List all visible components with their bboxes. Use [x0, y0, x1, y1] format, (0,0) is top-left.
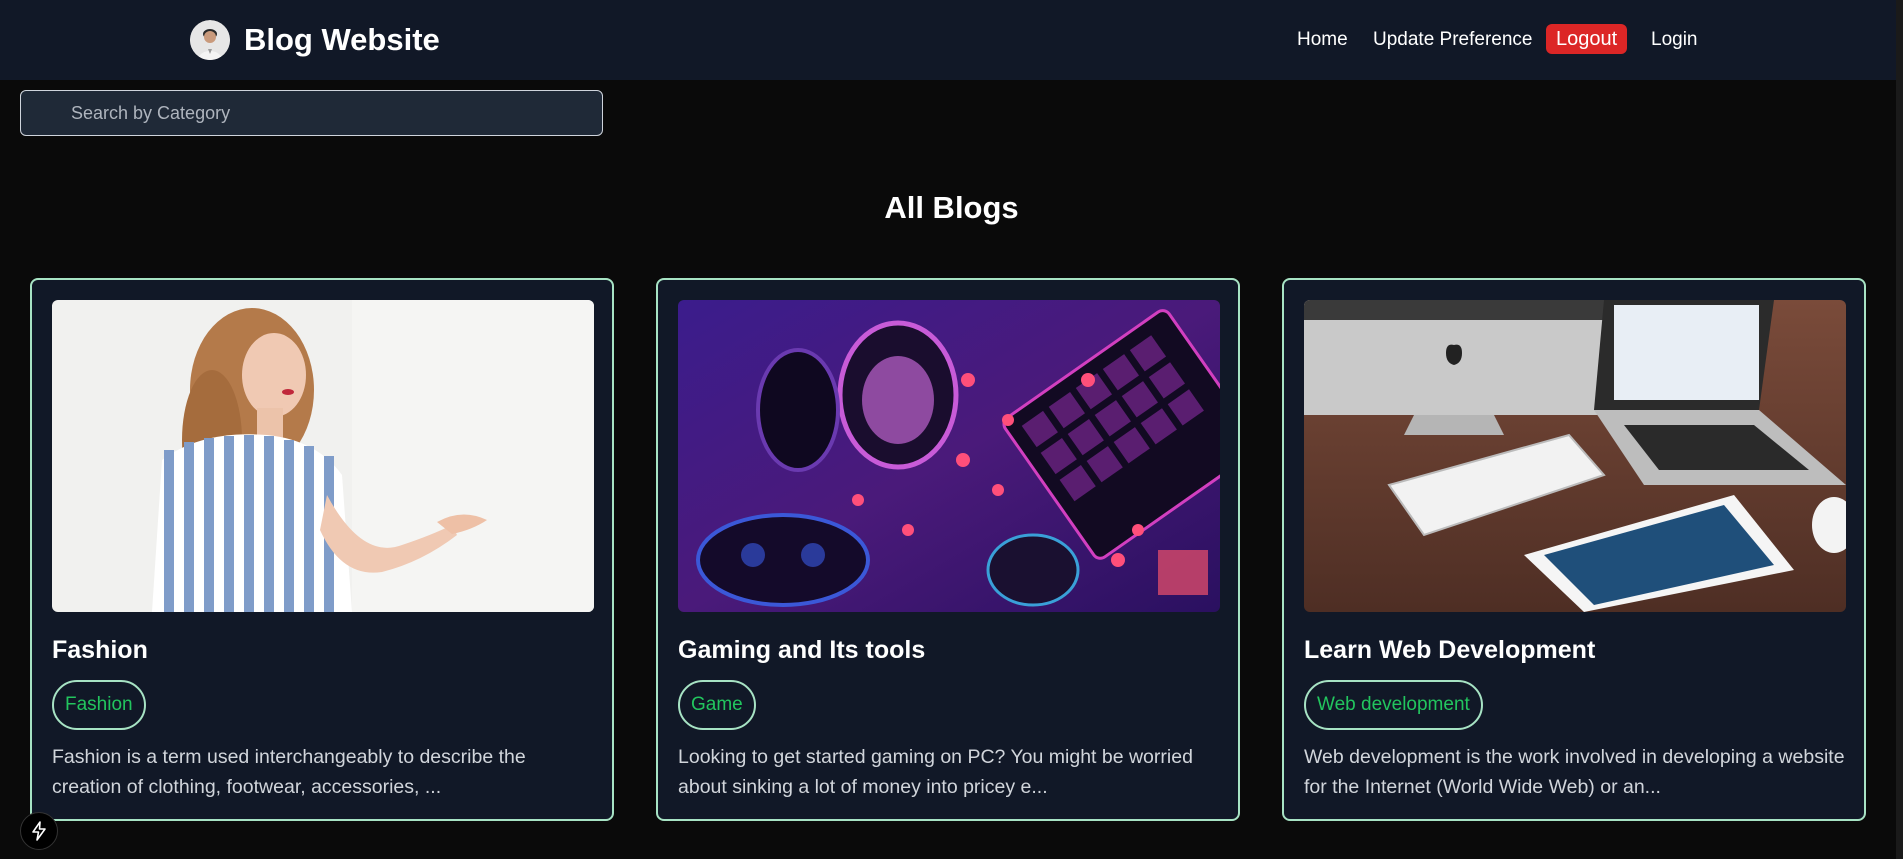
blog-card[interactable]: Learn Web Development Web development We…	[1282, 278, 1866, 821]
search-input[interactable]	[21, 91, 602, 135]
blog-card[interactable]: Fashion Fashion Fashion is a term used i…	[30, 278, 614, 821]
blog-card-image	[52, 300, 594, 612]
blog-category-tag[interactable]: Fashion	[52, 680, 146, 730]
user-avatar-image	[190, 20, 230, 60]
page-scrollbar[interactable]	[1896, 0, 1903, 859]
blog-card-description: Looking to get started gaming on PC? You…	[678, 746, 1193, 798]
blog-category-tag[interactable]: Game	[678, 680, 756, 730]
blog-card-description: Fashion is a term used interchangeably t…	[52, 746, 526, 798]
blog-card-description: Web development is the work involved in …	[1304, 746, 1845, 798]
blog-card-image	[1304, 300, 1846, 612]
navbar: Blog Website Home Update Preference Logo…	[0, 0, 1903, 80]
lightning-bolt-icon	[32, 821, 46, 841]
blog-category-tag[interactable]: Web development	[1304, 680, 1483, 730]
page-title: All Blogs	[884, 189, 1019, 225]
blog-card[interactable]: Gaming and Its tools Game Looking to get…	[656, 278, 1240, 821]
blog-card-title[interactable]: Gaming and Its tools	[678, 635, 925, 665]
nav-update-preference-link[interactable]: Update Preference	[1373, 28, 1533, 52]
blog-card-image	[678, 300, 1220, 612]
site-brand[interactable]: Blog Website	[244, 21, 440, 59]
user-avatar[interactable]	[190, 20, 230, 60]
blog-card-title[interactable]: Learn Web Development	[1304, 635, 1595, 665]
nav-home-link[interactable]: Home	[1297, 28, 1348, 52]
dev-tools-button[interactable]	[20, 812, 58, 850]
logout-button[interactable]: Logout	[1546, 24, 1628, 54]
blog-card-title[interactable]: Fashion	[52, 635, 148, 665]
nav-login-link[interactable]: Login	[1651, 28, 1698, 52]
search-box	[20, 90, 603, 136]
